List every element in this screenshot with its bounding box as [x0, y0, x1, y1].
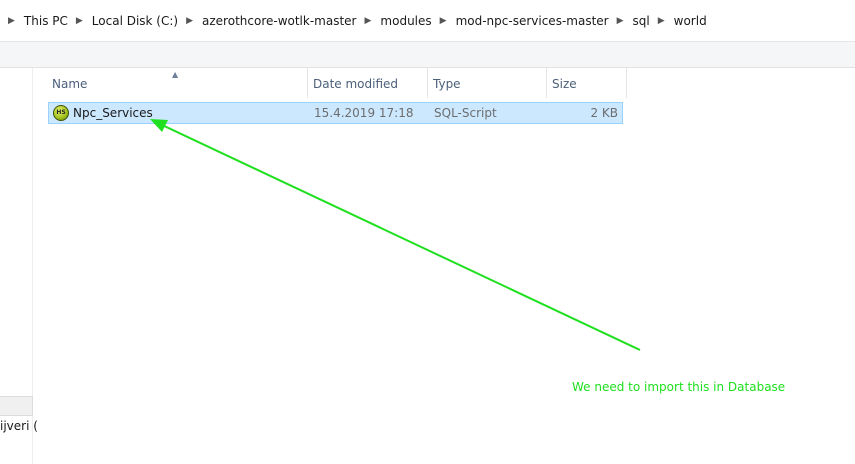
annotation-arrow [150, 119, 641, 351]
annotation-arrow-line [159, 123, 641, 351]
annotation-text: We need to import this in Database [572, 380, 786, 394]
